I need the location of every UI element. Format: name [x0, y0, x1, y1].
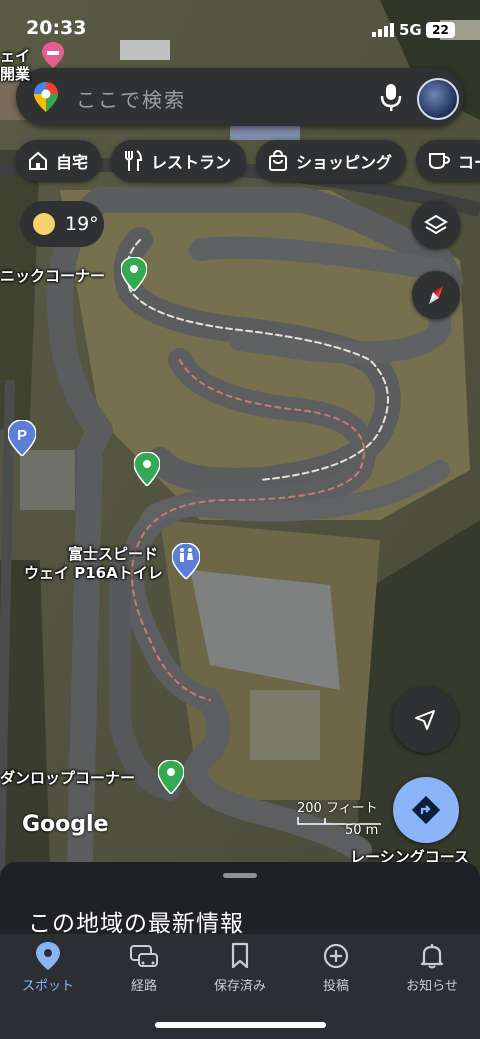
- search-bar[interactable]: ここで検索: [16, 68, 464, 126]
- chip-coffee[interactable]: コー: [416, 140, 480, 182]
- map-label-toilet-2[interactable]: ウェイ P16Aトイレ: [24, 562, 163, 583]
- google-logo: Google: [22, 812, 109, 837]
- home-icon: [29, 151, 47, 170]
- chip-shopping[interactable]: ショッピング: [256, 140, 406, 182]
- status-time: 20:33: [26, 17, 87, 39]
- tab-explore[interactable]: スポット: [0, 942, 96, 994]
- bottom-tab-bar: スポット 経路 保存済み 投稿 お知らせ: [0, 934, 480, 1039]
- place-pin-icon: [133, 451, 161, 488]
- explore-pin-icon: [36, 942, 60, 970]
- google-maps-pin-icon: [34, 82, 58, 112]
- corner-pin-1[interactable]: [120, 256, 148, 295]
- coffee-icon: [429, 153, 450, 170]
- tab-label: スポット: [21, 979, 74, 994]
- parking-pin[interactable]: P: [7, 419, 37, 460]
- account-avatar[interactable]: [417, 78, 459, 120]
- parking-icon: P: [7, 419, 37, 458]
- home-indicator[interactable]: [155, 1022, 326, 1028]
- chip-restaurant[interactable]: レストラン: [111, 140, 246, 182]
- chip-label: レストラン: [151, 153, 232, 172]
- corner-pin-3[interactable]: [157, 759, 185, 798]
- hotel-pin[interactable]: [42, 42, 64, 72]
- layers-button[interactable]: [412, 201, 460, 249]
- battery-level: 22: [426, 22, 455, 38]
- status-bar: 20:33 5G 22: [0, 0, 480, 48]
- restroom-icon: [171, 542, 201, 581]
- hotel-bed-icon: [42, 42, 64, 68]
- tab-commute[interactable]: 経路: [96, 942, 192, 994]
- network-type: 5G: [399, 21, 422, 39]
- directions-icon: [411, 795, 441, 825]
- corner-pin-2[interactable]: [133, 451, 161, 490]
- map-label-top-left-2: 開業: [0, 65, 31, 83]
- tab-label: 経路: [130, 979, 157, 994]
- place-pin-icon: [157, 759, 185, 796]
- bookmark-icon: [231, 942, 249, 969]
- toilet-pin[interactable]: [171, 542, 201, 583]
- tab-label: 保存済み: [213, 979, 266, 994]
- bottom-sheet[interactable]: この地域の最新情報: [0, 862, 480, 937]
- map-scale: 200 フィート 50 m: [297, 797, 383, 838]
- layers-icon: [424, 214, 448, 235]
- compass-icon: [429, 286, 443, 304]
- shopping-bag-icon: [269, 150, 287, 171]
- microphone-icon[interactable]: [380, 82, 402, 112]
- bell-icon: [420, 944, 444, 969]
- map-label-toilet-1[interactable]: 富士スピード: [68, 543, 158, 564]
- compass-button[interactable]: [412, 271, 460, 319]
- tab-saved[interactable]: 保存済み: [192, 942, 288, 994]
- weather-badge[interactable]: 19°: [20, 201, 104, 247]
- cell-signal-icon: [372, 23, 394, 37]
- tab-contribute[interactable]: 投稿: [288, 942, 384, 994]
- chip-label: ショッピング: [296, 153, 393, 172]
- scale-meters: 50 m: [345, 823, 379, 838]
- tab-updates[interactable]: お知らせ: [384, 942, 480, 994]
- sun-icon: [33, 213, 55, 235]
- weather-temp: 19°: [65, 213, 99, 235]
- search-input[interactable]: ここで検索: [76, 84, 186, 113]
- scale-feet: 200 フィート: [297, 801, 378, 816]
- my-location-button[interactable]: [392, 687, 458, 753]
- tab-label: お知らせ: [406, 979, 458, 994]
- sheet-title: この地域の最新情報: [28, 911, 244, 937]
- directions-button[interactable]: [393, 777, 459, 843]
- restaurant-icon: [125, 150, 143, 171]
- add-circle-icon: [323, 943, 349, 969]
- chip-label: 自宅: [56, 153, 89, 172]
- tab-label: 投稿: [322, 979, 349, 994]
- chip-label: コー: [458, 153, 480, 172]
- map-label-corner[interactable]: ニックコーナー: [0, 265, 105, 286]
- commute-car-icon: [130, 945, 158, 967]
- chip-home[interactable]: 自宅: [16, 140, 101, 182]
- sheet-drag-handle[interactable]: [223, 873, 257, 878]
- location-arrow-icon: [415, 710, 435, 730]
- map-label-dunlop[interactable]: ダンロップコーナー: [0, 767, 135, 788]
- place-pin-icon: [120, 256, 148, 293]
- parking-letter: P: [17, 427, 27, 444]
